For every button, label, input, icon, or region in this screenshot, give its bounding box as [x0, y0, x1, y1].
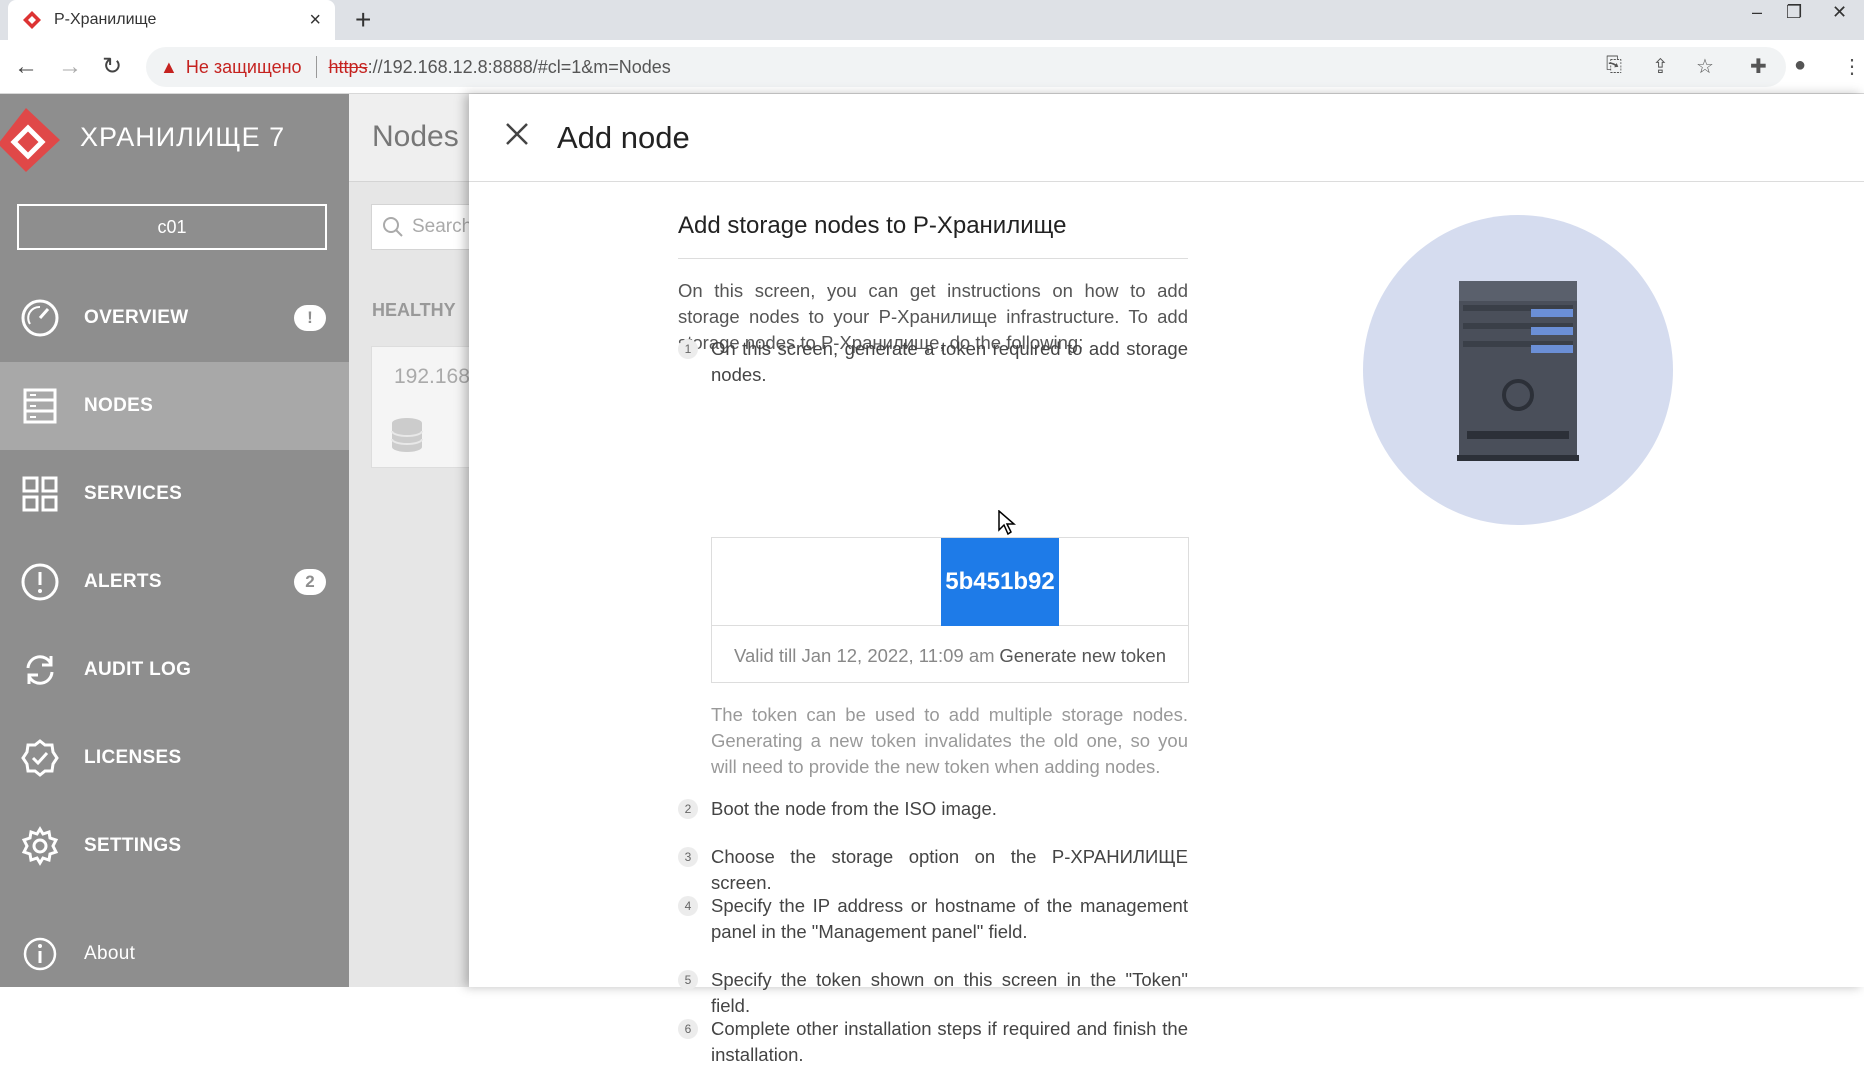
status-badge: ! [294, 305, 326, 331]
close-window-icon[interactable]: ✕ [1832, 2, 1847, 23]
back-icon[interactable]: ← [14, 52, 38, 82]
minimize-icon[interactable]: ‒ [1752, 2, 1762, 23]
sidebar-item-about[interactable]: About [0, 910, 349, 998]
sidebar-item-label: SERVICES [84, 483, 183, 504]
step-text: Complete other installation steps if req… [711, 1018, 1188, 1065]
divider [678, 258, 1188, 259]
sidebar-item-licenses[interactable]: LICENSES [0, 714, 349, 802]
step-number: 2 [678, 799, 698, 819]
browser-tab[interactable]: Р-Хранилище × [8, 0, 335, 40]
certificate-icon [21, 739, 59, 777]
sidebar-item-services[interactable]: SERVICES [0, 450, 349, 538]
search-placeholder: Search [412, 216, 473, 237]
sidebar-item-label: AUDIT LOG [84, 659, 192, 680]
brand-name: ХРАНИЛИЩЕ 7 [80, 122, 286, 152]
step-number: 5 [678, 970, 698, 990]
extensions-icon[interactable]: ✚ [1750, 54, 1767, 79]
step-text: Boot the node from the ISO image. [711, 798, 997, 819]
sidebar-item-nodes[interactable]: NODES [0, 362, 349, 450]
gauge-icon [21, 299, 59, 337]
search-icon [383, 217, 403, 237]
step-text: Specify the token shown on this screen i… [711, 969, 1188, 1016]
sidebar-item-alerts[interactable]: ALERTS 2 [0, 538, 349, 626]
translate-icon[interactable]: ⎘ [1606, 54, 1622, 77]
profile-icon[interactable]: ● [1794, 54, 1806, 77]
step-text: Choose the storage option on the Р-ХРАНИ… [711, 846, 1188, 893]
token-validity: Valid till Jan 12, 2022, 11:09 am [734, 645, 995, 666]
brand: ХРАНИЛИЩЕ 7 [0, 94, 349, 184]
step-number: 3 [678, 847, 698, 867]
token-row: 5b451b92 [712, 538, 1188, 626]
url-scheme: https [328, 56, 368, 77]
new-tab-button[interactable]: + [355, 4, 371, 36]
nodes-page: Nodes Search HEALTHY 192.168 [349, 94, 491, 987]
url-text: ://192.168.12.8:8888/#cl=1&m=Nodes [367, 56, 671, 77]
sidebar-item-label: OVERVIEW [84, 307, 189, 328]
step-text: Specify the IP address or hostname of th… [711, 895, 1188, 942]
section-heading: Add storage nodes to Р-Хранилище [678, 212, 1067, 239]
step-text: On this screen, generate a token require… [711, 338, 1188, 385]
section-label: HEALTHY [372, 300, 456, 320]
sidebar: ХРАНИЛИЩЕ 7 c01 OVERVIEW ! NODES SERVICE… [0, 94, 349, 987]
token-note: The token can be used to add multiple st… [711, 704, 1188, 777]
token-box: 5b451b92 Valid till Jan 12, 2022, 11:09 … [711, 537, 1189, 683]
sidebar-item-label: About [84, 943, 136, 964]
panel-title: Add node [557, 120, 690, 155]
share-icon[interactable]: ⇪ [1652, 54, 1669, 79]
sidebar-item-label: LICENSES [84, 747, 182, 768]
app-favicon-icon [23, 11, 41, 29]
cluster-selector[interactable]: c01 [17, 204, 327, 250]
close-icon[interactable] [499, 116, 535, 152]
address-bar[interactable]: ▲ Не защищено https ://192.168.12.8:8888… [146, 47, 1786, 87]
info-icon [23, 937, 57, 971]
brand-logo-icon [0, 108, 60, 172]
not-secure-label: Не защищено [185, 56, 302, 77]
tab-title: Р-Хранилище [54, 11, 157, 28]
sidebar-item-label: NODES [84, 395, 154, 416]
star-icon[interactable]: ☆ [1696, 54, 1714, 79]
node-ip: 192.168 [394, 365, 470, 388]
server-illustration [1363, 215, 1673, 525]
page-title: Nodes [372, 120, 459, 153]
reload-icon[interactable]: ↻ [102, 52, 122, 82]
alert-count-badge: 2 [294, 569, 326, 595]
menu-icon[interactable]: ⋮ [1842, 54, 1862, 79]
mouse-cursor-icon [998, 510, 1016, 536]
forward-icon[interactable]: → [58, 52, 82, 82]
sidebar-item-settings[interactable]: SETTINGS [0, 802, 349, 890]
server-icon [23, 388, 57, 424]
panel-header: Add node [469, 94, 1864, 182]
sidebar-item-label: ALERTS [84, 571, 162, 592]
database-icon [391, 418, 423, 452]
sidebar-item-audit-log[interactable]: AUDIT LOG [0, 626, 349, 714]
tab-close-icon[interactable]: × [309, 9, 321, 32]
refresh-icon [26, 655, 54, 685]
divider [315, 56, 317, 78]
alert-icon [21, 563, 59, 601]
grid-icon [22, 476, 58, 512]
gear-icon [21, 826, 59, 866]
warning-icon: ▲ [160, 56, 178, 77]
browser-tab-bar: Р-Хранилище × + ‒ ❐ ✕ [0, 0, 1864, 40]
restore-icon[interactable]: ❐ [1786, 2, 1802, 23]
generate-token-link[interactable]: Generate new token [999, 645, 1166, 667]
step-number: 4 [678, 896, 698, 916]
sidebar-item-overview[interactable]: OVERVIEW ! [0, 274, 349, 362]
step-number: 6 [678, 1019, 698, 1039]
step-number: 1 [678, 339, 698, 359]
sidebar-item-label: SETTINGS [84, 835, 182, 856]
token-value[interactable]: 5b451b92 [941, 538, 1059, 626]
